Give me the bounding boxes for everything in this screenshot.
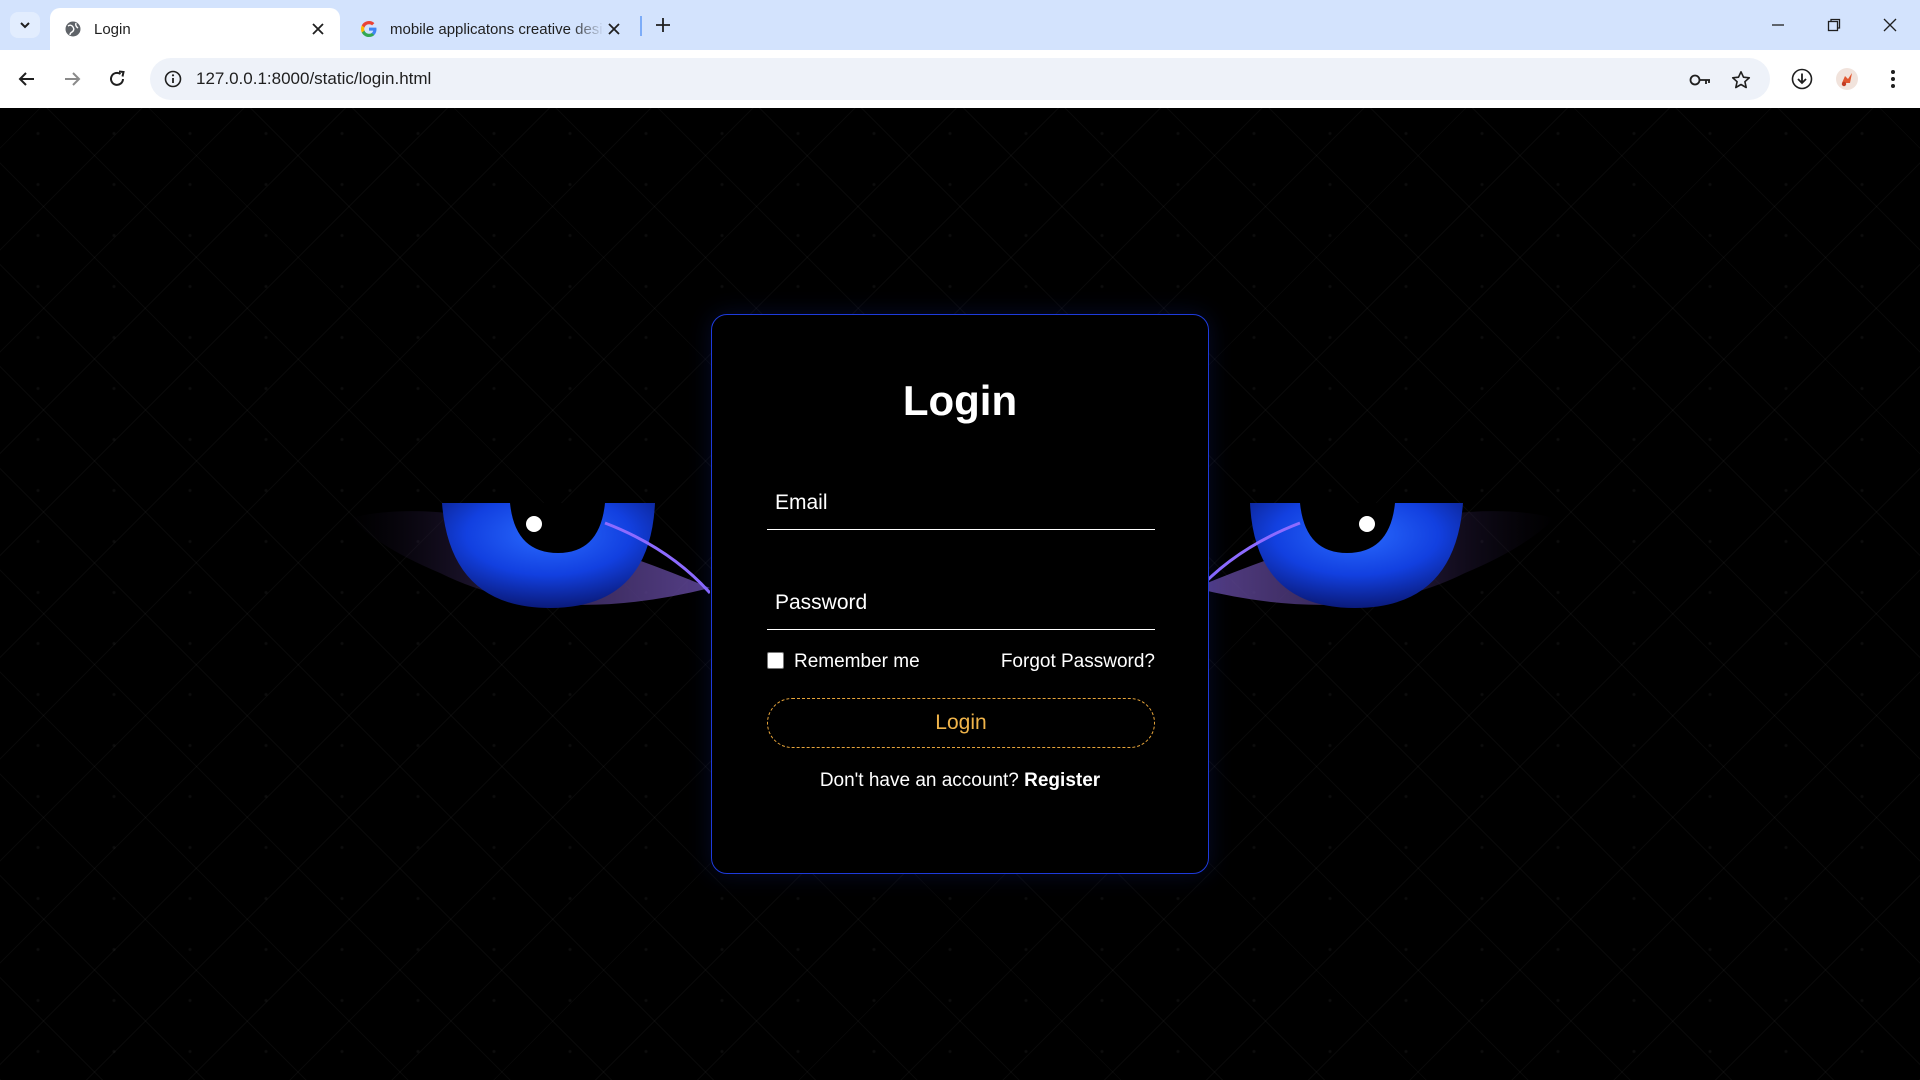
tab-google-search[interactable]: mobile applicatons creative design — [346, 8, 636, 50]
minimize-button[interactable] — [1762, 10, 1794, 40]
close-icon — [1883, 18, 1897, 32]
tab-search-button[interactable] — [10, 12, 40, 38]
plus-icon — [656, 18, 670, 32]
reload-button[interactable] — [100, 62, 134, 96]
browser-toolbar: 127.0.0.1:8000/static/login.html — [0, 50, 1920, 108]
tab-strip: Login mobile applicatons creative design — [0, 0, 1920, 50]
arrow-left-icon — [18, 72, 34, 86]
globe-icon — [64, 20, 82, 38]
profile-avatar[interactable] — [1830, 62, 1864, 96]
close-icon[interactable] — [604, 19, 624, 39]
download-icon[interactable] — [1785, 62, 1819, 96]
tab-title: Login — [94, 20, 131, 38]
address-bar[interactable]: 127.0.0.1:8000/static/login.html — [150, 58, 1770, 100]
login-card: Login Remember me Forgot Password? Login… — [711, 314, 1209, 874]
login-button[interactable]: Login — [767, 698, 1155, 748]
forward-button[interactable] — [55, 62, 89, 96]
password-field[interactable] — [767, 577, 1155, 629]
url-text: 127.0.0.1:8000/static/login.html — [196, 69, 432, 88]
reload-icon — [110, 70, 125, 86]
kebab-menu-icon[interactable] — [1876, 62, 1910, 96]
password-field-wrapper — [767, 577, 1155, 630]
key-icon[interactable] — [1688, 67, 1714, 93]
new-tab-button[interactable] — [650, 12, 676, 38]
login-options-row: Remember me Forgot Password? — [767, 651, 1155, 677]
chevron-down-icon — [20, 22, 30, 29]
restore-button[interactable] — [1818, 10, 1850, 40]
close-window-button[interactable] — [1874, 10, 1906, 40]
register-link[interactable]: Register — [1024, 770, 1100, 791]
minimize-icon — [1772, 24, 1784, 26]
email-field[interactable] — [767, 477, 1155, 529]
arrow-right-icon — [65, 72, 81, 86]
info-icon[interactable] — [162, 68, 184, 90]
remember-me[interactable]: Remember me — [767, 651, 920, 673]
star-icon[interactable] — [1728, 67, 1754, 93]
google-icon — [360, 20, 378, 38]
page-title: Login — [902, 377, 1018, 424]
forgot-password-link[interactable]: Forgot Password? — [1001, 651, 1155, 673]
restore-icon — [1827, 18, 1841, 32]
back-button[interactable] — [10, 62, 44, 96]
remember-me-label: Remember me — [794, 651, 920, 672]
tab-separator — [640, 16, 642, 36]
register-prompt: Don't have an account? Register — [712, 770, 1208, 792]
close-icon[interactable] — [308, 19, 328, 39]
email-field-wrapper — [767, 477, 1155, 530]
left-eye-illustration — [350, 503, 710, 608]
right-eye-illustration — [1195, 503, 1555, 608]
remember-me-checkbox[interactable] — [767, 651, 784, 669]
tab-login[interactable]: Login — [50, 8, 340, 50]
no-account-text: Don't have an account? — [819, 770, 1025, 791]
page-background: Login Remember me Forgot Password? Login… — [0, 108, 1920, 1080]
tab-title: mobile applicatons creative design — [390, 20, 604, 38]
